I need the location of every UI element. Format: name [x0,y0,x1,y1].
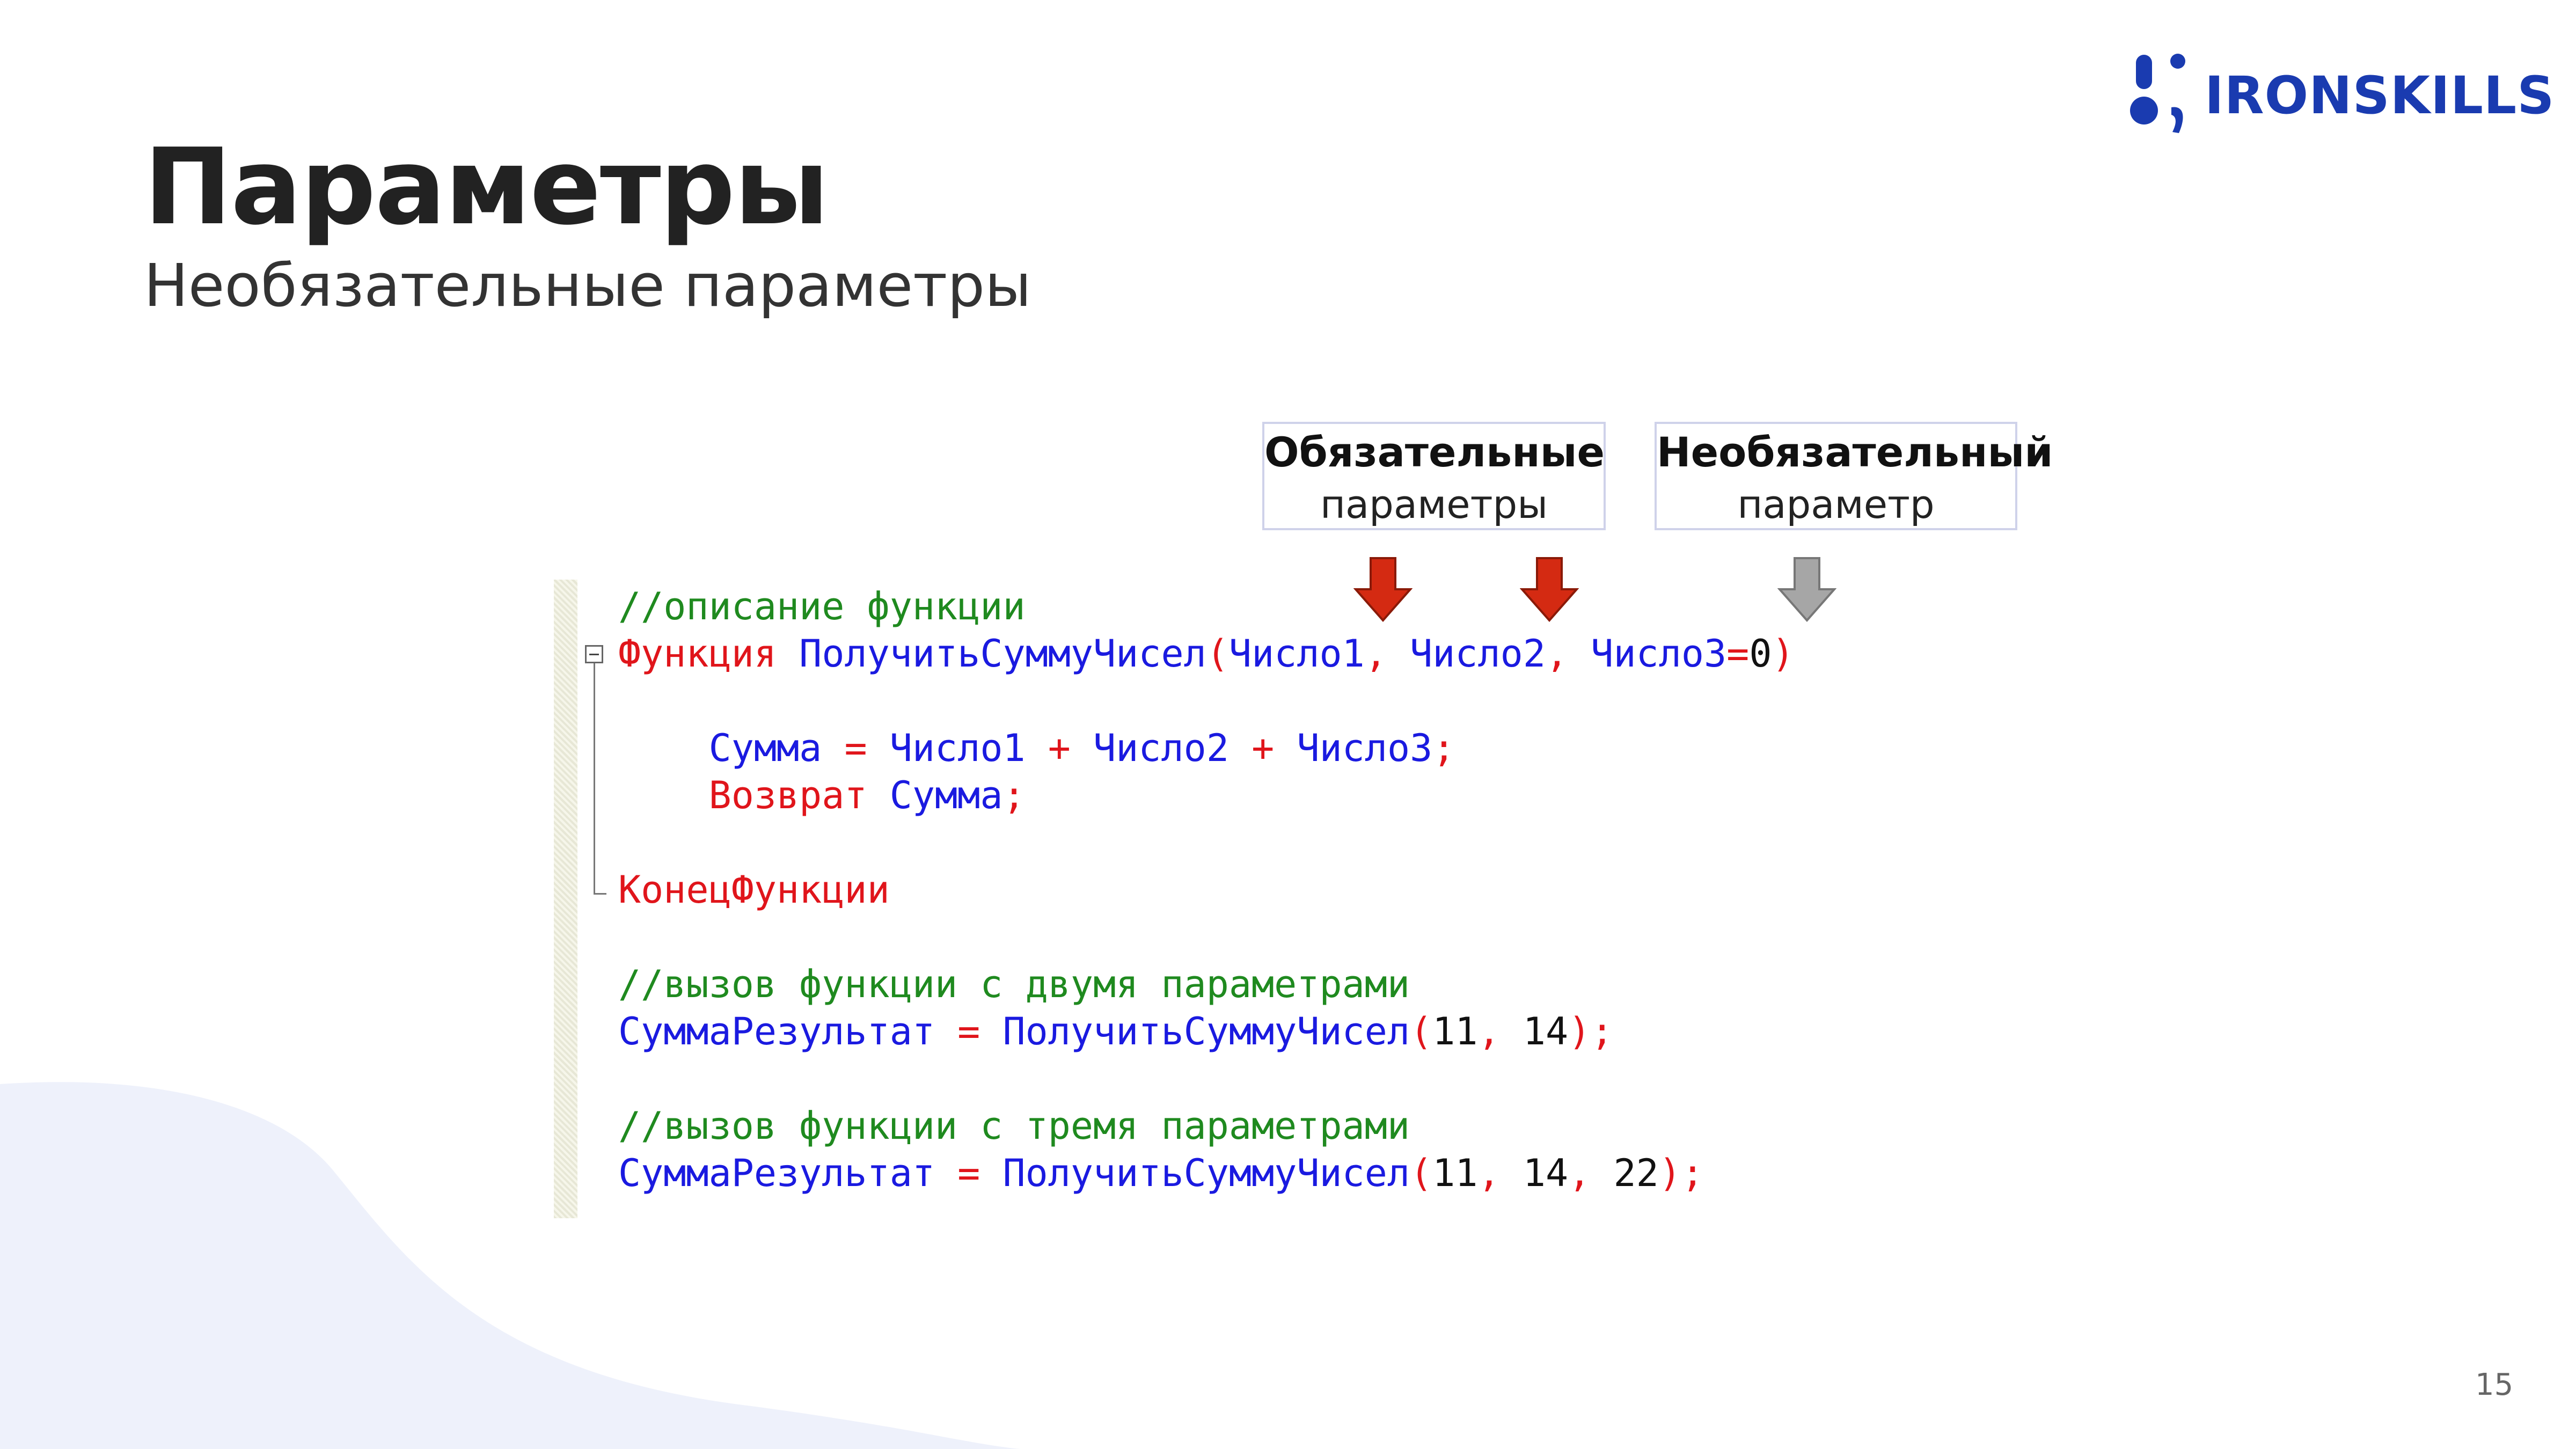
collapse-icon[interactable] [585,645,603,663]
code-argument: 11 [1432,1009,1478,1053]
code-keyword: Функция [618,632,777,676]
code-line-empty [618,819,1795,866]
code-line: СуммаРезультат = ПолучитьСуммуЧисел(11, … [618,1151,1704,1195]
code-argument: 11 [1432,1151,1478,1195]
code-line: СуммаРезультат = ПолучитьСуммуЧисел(11, … [618,1009,1614,1053]
code-line: Сумма = Число1 + Число2 + Число3; [708,726,1455,770]
code-param: Число3 [1297,726,1433,770]
required-params-label: Обязательные параметры [1262,422,1606,530]
slide-title: Параметры [144,126,829,248]
code-line: Возврат Сумма; [708,773,1026,817]
page-number: 15 [2475,1367,2514,1402]
required-label-line1: Обязательные [1264,428,1605,476]
code-line-empty [618,913,1795,961]
optional-label-line1: Необязательный [1657,428,2053,476]
code-comment: //описание функции [618,584,1026,628]
code-param: Число1 [1228,632,1365,676]
required-label-line2: параметры [1320,482,1548,527]
code-variable: СуммаРезультат [618,1151,935,1195]
ironskills-logo-icon [2130,54,2185,133]
optional-label-line2: параметр [1737,482,1935,527]
code-function-name: ПолучитьСуммуЧисел [799,632,1206,676]
code-gutter [554,580,577,1218]
optional-param-label: Необязательный параметр [1655,422,2053,530]
code-keyword: Возврат [708,773,867,817]
code-variable: СуммаРезультат [618,1009,935,1053]
code-param: Число1 [889,726,1026,770]
code-block: //описание функции Функция ПолучитьСуммуЧ… [618,583,1795,1197]
code-param: Число2 [1410,632,1546,676]
code-param: Число3 [1591,632,1727,676]
code-variable: Сумма [708,726,822,770]
slide-subtitle: Необязательные параметры [144,251,1031,320]
brand-name: IRONSKILLS [2205,65,2555,126]
code-function-name: ПолучитьСуммуЧисел [1002,1009,1410,1053]
code-comment: //вызов функции с тремя параметрами [618,1104,1410,1148]
code-line: //вызов функции с тремя параметрами [618,1102,1795,1150]
code-line: //вызов функции с двумя параметрами [618,961,1795,1008]
code-argument: 22 [1613,1151,1659,1195]
code-line: КонецФункции [618,866,1795,913]
code-function-name: ПолучитьСуммуЧисел [1002,1151,1410,1195]
code-keyword: КонецФункции [618,868,890,912]
code-argument: 14 [1523,1009,1569,1053]
code-line-empty [618,677,1795,724]
code-line-empty [618,1055,1795,1102]
code-comment: //вызов функции с двумя параметрами [618,962,1410,1006]
fold-guide-line [594,663,595,894]
code-default-value: 0 [1749,632,1772,676]
brand-logo: IRONSKILLS [2125,47,2555,144]
code-variable: Сумма [889,773,1003,817]
code-line: Функция ПолучитьСуммуЧисел(Число1, Число… [618,632,1795,676]
code-argument: 14 [1523,1151,1569,1195]
code-line: //описание функции [618,583,1795,630]
code-param: Число2 [1093,726,1229,770]
fold-guide-end [594,893,606,895]
